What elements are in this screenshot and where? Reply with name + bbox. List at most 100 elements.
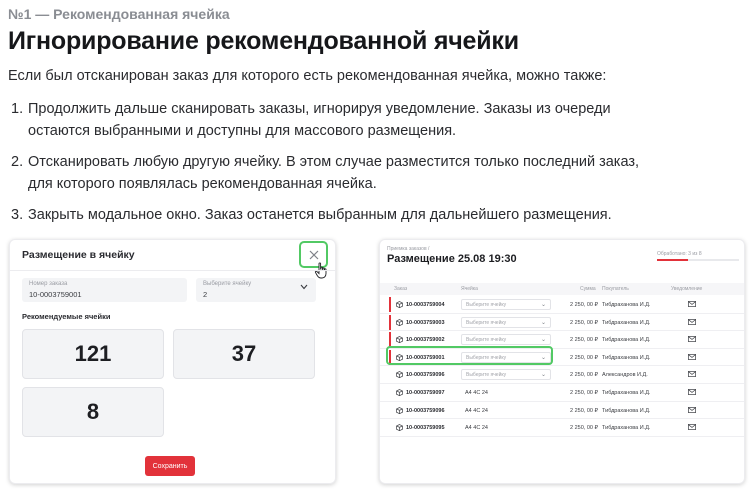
cell-select[interactable]: Выберите ячейку ⌄ bbox=[461, 369, 551, 381]
column-header: Ячейка bbox=[461, 286, 478, 292]
column-header: Заказ bbox=[394, 286, 408, 292]
row-marker bbox=[389, 332, 391, 348]
step-item: 3. Закрыть модальное окно. Заказ останет… bbox=[8, 204, 708, 226]
table-row[interactable]: 10-0003759003 Выберите ячейку ⌄ 2 250, 00 ₽… bbox=[380, 314, 744, 332]
cell-select-placeholder: Выберите ячейку bbox=[466, 372, 507, 379]
step-item: 1. Продолжить дальше сканировать заказы,… bbox=[8, 98, 708, 142]
page-title: Игнорирование рекомендованной ячейки bbox=[8, 27, 519, 55]
cell-select[interactable]: Выберите ячейку 2 bbox=[196, 278, 316, 302]
close-icon bbox=[309, 250, 318, 259]
step-text: Отсканировать любую другую ячейку. В это… bbox=[28, 151, 708, 195]
chevron-down-icon: ⌄ bbox=[540, 337, 546, 344]
order-number[interactable]: 10-0003759096 bbox=[406, 372, 445, 378]
order-number[interactable]: 10-0003759002 bbox=[406, 337, 445, 343]
table-row[interactable]: 10-0003759004 Выберите ячейку ⌄ 2 250, 00 ₽… bbox=[380, 296, 744, 314]
step-text: Продолжить дальше сканировать заказы, иг… bbox=[28, 98, 708, 142]
panel-title: Размещение 25.08 19:30 bbox=[387, 253, 517, 265]
mail-icon[interactable] bbox=[688, 424, 696, 431]
step-number: 2. bbox=[11, 154, 24, 170]
cell-value: A4 4С 24 bbox=[465, 425, 488, 432]
step-line: Закрыть модальное окно. Заказ останется … bbox=[28, 207, 612, 223]
modal-divider bbox=[10, 270, 335, 271]
box-icon bbox=[396, 301, 403, 308]
table-body: 10-0003759004 Выберите ячейку ⌄ 2 250, 00 ₽… bbox=[380, 296, 744, 437]
mail-icon[interactable] bbox=[688, 406, 696, 413]
cell-select-placeholder: Выберите ячейку bbox=[466, 302, 507, 308]
order-sum: 2 250, 00 ₽ bbox=[570, 337, 598, 344]
progress-fill bbox=[657, 259, 688, 261]
order-number[interactable]: 10-0003759097 bbox=[406, 390, 445, 396]
recommended-cell[interactable]: 121 bbox=[22, 329, 164, 379]
table-row[interactable]: 10-0003759095 A4 4С 24 2 250, 00 ₽ Тибдраха… bbox=[380, 419, 744, 437]
column-header: Сумма bbox=[580, 286, 596, 292]
mail-icon[interactable] bbox=[688, 301, 696, 307]
mail-icon[interactable] bbox=[688, 389, 696, 395]
buyer-name: Тибдраханова И.Д. bbox=[602, 389, 651, 396]
save-button[interactable]: Сохранить bbox=[145, 456, 195, 476]
table-header: Заказ Ячейка Сумма Покупатель Уведомлени… bbox=[380, 283, 744, 295]
intro-text: Если был отсканирован заказ для которого… bbox=[8, 68, 607, 84]
table-row[interactable]: 10-0003759096 Выберите ячейку ⌄ 2 250, 00 ₽… bbox=[380, 366, 744, 384]
progress-text: Обработано: 3 из 8 bbox=[657, 251, 702, 257]
cell-select-label: Выберите ячейку bbox=[203, 281, 252, 287]
row-marker bbox=[389, 314, 391, 330]
cell-select[interactable]: Выберите ячейку ⌄ bbox=[461, 299, 551, 310]
order-number-value: 10-0003759001 bbox=[29, 290, 82, 299]
mail-icon[interactable] bbox=[688, 371, 696, 378]
cell-value: A4 4С 24 bbox=[465, 407, 488, 414]
order-number-field[interactable]: Номер заказа 10-0003759001 bbox=[22, 278, 187, 302]
cell-select[interactable]: Выберите ячейку ⌄ bbox=[461, 334, 551, 346]
order-number[interactable]: 10-0003759095 bbox=[406, 425, 445, 431]
column-header: Уведомление bbox=[671, 286, 703, 292]
eyebrow: №1 — Рекомендованная ячейка bbox=[8, 6, 230, 22]
order-sum: 2 250, 00 ₽ bbox=[570, 372, 598, 379]
recommended-cell[interactable]: 8 bbox=[22, 387, 164, 437]
step-line: для которого появлялась рекомендованная … bbox=[28, 176, 377, 192]
buyer-name: Тибдраханова И.Д. bbox=[602, 302, 651, 308]
step-item: 2. Отсканировать любую другую ячейку. В … bbox=[8, 151, 708, 195]
order-sum: 2 250, 00 ₽ bbox=[570, 425, 598, 432]
recommended-cells-title: Рекомендуемые ячейки bbox=[22, 312, 111, 321]
order-number[interactable]: 10-0003759003 bbox=[406, 320, 445, 326]
box-icon bbox=[396, 424, 403, 432]
cell-select-placeholder: Выберите ячейку bbox=[466, 337, 507, 344]
cell-select-value: 2 bbox=[203, 290, 208, 299]
buyer-name: Тибдраханова И.Д. bbox=[602, 354, 651, 361]
step-text: Закрыть модальное окно. Заказ останется … bbox=[28, 204, 708, 226]
order-sum: 2 250, 00 ₽ bbox=[570, 302, 598, 308]
order-number-label: Номер заказа bbox=[29, 281, 68, 287]
chevron-down-icon bbox=[300, 284, 308, 290]
order-sum: 2 250, 00 ₽ bbox=[570, 354, 598, 361]
placement-modal: Размещение в ячейку Номер заказа 10-0003… bbox=[9, 239, 336, 484]
step-number: 3. bbox=[11, 207, 24, 223]
step-line: Отсканировать любую другую ячейку. В это… bbox=[28, 154, 640, 170]
table-row[interactable]: 10-0003759097 A4 4С 24 2 250, 00 ₽ Тибдраха… bbox=[380, 384, 744, 402]
table-row[interactable]: 10-0003759096 A4 4С 24 2 250, 00 ₽ Тибдраха… bbox=[380, 402, 744, 420]
mail-icon[interactable] bbox=[688, 353, 696, 360]
row-marker bbox=[389, 297, 391, 312]
box-icon bbox=[396, 389, 403, 396]
mail-icon[interactable] bbox=[688, 336, 696, 343]
breadcrumb[interactable]: Приемка заказов / bbox=[387, 246, 429, 252]
column-header: Покупатель bbox=[602, 286, 629, 292]
step-number: 1. bbox=[11, 101, 24, 117]
buyer-name: Тибдраханова И.Д. bbox=[602, 425, 651, 432]
mail-icon[interactable] bbox=[688, 318, 696, 325]
order-sum: 2 250, 00 ₽ bbox=[570, 407, 598, 414]
cell-select-placeholder: Выберите ячейку bbox=[466, 319, 507, 326]
buyer-name: Александров И.Д. bbox=[602, 372, 648, 379]
cell-value: A4 4С 24 bbox=[465, 389, 488, 396]
order-number[interactable]: 10-0003759004 bbox=[406, 302, 445, 308]
highlight-frame bbox=[386, 346, 553, 365]
cell-select[interactable]: Выберите ячейку ⌄ bbox=[461, 316, 551, 328]
buyer-name: Тибдраханова И.Д. bbox=[602, 337, 651, 344]
placement-panel: Приемка заказов / Размещение 25.08 19:30… bbox=[379, 239, 745, 484]
recommended-cell[interactable]: 37 bbox=[173, 329, 315, 379]
chevron-down-icon: ⌄ bbox=[540, 302, 546, 308]
step-line: остаются выбранными и доступны для массо… bbox=[28, 123, 457, 139]
buyer-name: Тибдраханова И.Д. bbox=[602, 319, 651, 326]
order-number[interactable]: 10-0003759096 bbox=[406, 408, 445, 414]
chevron-down-icon: ⌄ bbox=[540, 319, 546, 326]
order-sum: 2 250, 00 ₽ bbox=[570, 389, 598, 396]
modal-title: Размещение в ячейку bbox=[22, 249, 135, 261]
